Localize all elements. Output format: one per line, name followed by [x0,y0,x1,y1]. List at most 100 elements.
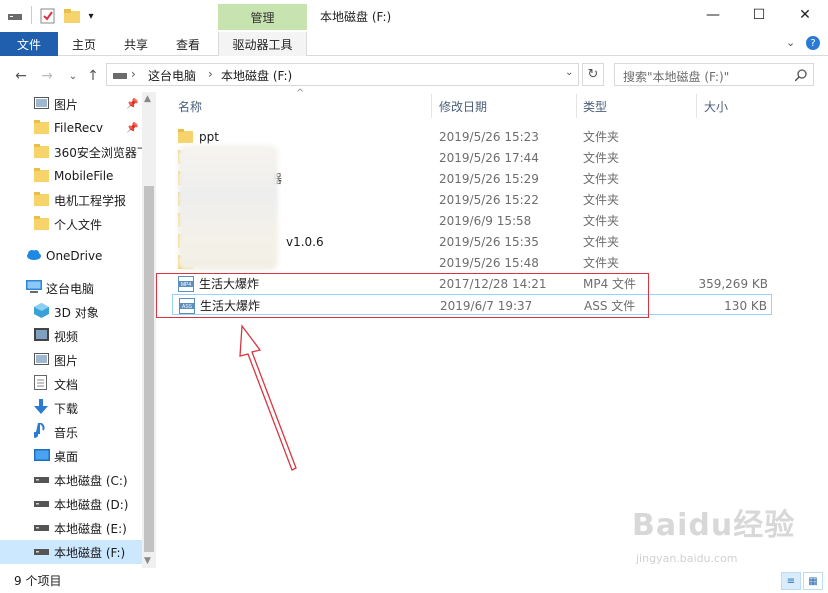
tab-share[interactable]: 共享 [114,32,158,56]
sidebar-item[interactable]: 图片 [0,348,142,372]
tab-home[interactable]: 主页 [62,32,106,56]
sidebar-item[interactable]: 图片 📌 [0,92,142,116]
tab-manage[interactable]: 管理 [218,4,307,30]
cube-icon [34,303,49,321]
nav-scrollbar-thumb[interactable] [144,186,154,552]
file-date: 2019/5/26 15:35 [439,234,539,249]
file-type: 文件夹 [583,214,620,228]
file-date: 2019/5/26 15:23 [439,129,539,144]
column-divider[interactable] [696,94,697,118]
maximize-button[interactable]: ☐ [736,0,782,30]
breadcrumb-this-pc[interactable]: 这台电脑 [148,67,196,84]
new-folder-icon[interactable] [64,8,80,24]
column-divider[interactable] [576,94,577,118]
pictures-icon [34,96,49,112]
refresh-button[interactable]: ↻ [582,63,604,86]
up-button[interactable]: ↑ [84,66,102,86]
tab-view[interactable]: 查看 [166,32,210,56]
sidebar-item[interactable]: MobileFile [0,164,142,188]
baidu-watermark: Baidu经验 [632,508,796,543]
annotation-arrow [239,324,297,471]
file-date: 2019/6/9 15:58 [439,213,532,228]
sidebar-item-label: MobileFile [54,169,114,183]
sidebar-item[interactable]: 文档 [0,372,142,396]
sidebar-item[interactable]: 本地磁盘 (E:) [0,516,142,540]
column-header-type[interactable]: 类型 [583,94,607,118]
breadcrumb-drive-f[interactable]: 本地磁盘 (F:) [221,67,292,84]
large-icons-view-button[interactable]: ▦ [803,572,823,590]
customize-toolbar-icon[interactable]: ▾ [86,8,96,24]
music-icon [32,422,46,441]
scroll-down-icon[interactable]: ▼ [144,556,151,566]
sidebar-item-label: 下载 [54,401,79,416]
file-row[interactable]: ppt 2019/5/26 15:23 文件夹 [172,126,772,147]
sidebar-item-label: FileRecv [54,121,103,135]
drive-icon[interactable] [8,8,22,24]
back-button[interactable]: ← [12,66,30,86]
sidebar-item-label: 本地磁盘 (F:) [54,545,126,560]
recent-locations-icon[interactable]: ⌄ [64,66,82,86]
ribbon-tabs: 文件 主页 共享 查看 驱动器工具 ⌄ ? [0,32,828,56]
minimize-button[interactable]: — [690,0,736,30]
forward-button[interactable]: → [38,66,56,86]
sidebar-item-label: 本地磁盘 (E:) [54,521,127,536]
address-dropdown-icon[interactable]: ⌄ [565,67,573,78]
file-date: 2019/5/26 15:22 [439,192,539,207]
download-icon [34,399,48,417]
sidebar-item[interactable]: 这台电脑 [0,276,142,300]
baidu-watermark-url: jingyan.baidu.com [636,552,738,565]
folder-icon [178,129,193,146]
tab-drive-tools[interactable]: 驱动器工具 [218,32,307,56]
details-view-button[interactable]: ≡ [781,572,801,590]
folder-icon [34,191,49,209]
scroll-up-icon[interactable]: ▲ [144,94,151,104]
file-type: 文件夹 [583,130,620,144]
search-input[interactable]: 搜索"本地磁盘 (F:)" [614,63,814,86]
sidebar-item[interactable]: 下载 [0,396,142,420]
search-icon[interactable] [795,69,807,81]
folder-icon [34,143,49,161]
sidebar-item[interactable]: 桌面 [0,444,142,468]
sidebar-item-label: 这台电脑 [46,281,95,296]
folder-icon [34,167,49,185]
sidebar-item-label: 本地磁盘 (D:) [54,497,129,512]
sidebar-item[interactable]: 3D 对象 [0,300,142,324]
status-bar: 9 个项目 [0,568,828,593]
file-date: 2019/5/26 17:44 [439,150,539,165]
drive-icon [113,73,127,79]
file-size: 130 KB [724,298,767,313]
sidebar-item[interactable]: 360安全浏览器下 [0,140,142,164]
help-icon[interactable]: ? [806,36,820,50]
pictures-icon [34,352,49,368]
sidebar-item[interactable]: 视频 [0,324,142,348]
folder-icon [34,119,49,137]
sidebar-item[interactable]: 本地磁盘 (F:) [0,540,142,564]
drive-icon [34,497,49,511]
close-button[interactable]: ✕ [782,0,828,30]
sidebar-item-label: 文档 [54,377,79,392]
column-divider[interactable] [431,94,432,118]
sidebar-item[interactable]: 音乐 [0,420,142,444]
address-bar[interactable]: › 这台电脑 › 本地磁盘 (F:) ⌄ [106,63,579,86]
column-header-size[interactable]: 大小 [704,94,728,118]
blurred-region [178,145,278,270]
file-date: 2019/5/26 15:29 [439,171,539,186]
tab-file[interactable]: 文件 [0,32,58,56]
computer-icon [26,279,42,297]
column-header-date[interactable]: 修改日期 [439,94,487,118]
sidebar-item[interactable]: 电机工程学报 [0,188,142,212]
file-type: 文件夹 [583,235,620,249]
sidebar-item[interactable]: FileRecv 📌 [0,116,142,140]
annotation-box [156,273,649,318]
column-header-name[interactable]: 名称 [178,94,202,118]
sidebar-item[interactable]: OneDrive [0,244,142,268]
sidebar-item-label: 个人文件 [54,217,103,232]
collapse-ribbon-icon[interactable]: ⌄ [786,36,795,49]
sidebar-item[interactable]: 个人文件 [0,212,142,236]
sidebar-item[interactable]: 本地磁盘 (D:) [0,492,142,516]
sidebar-item-label: 图片 [54,97,79,112]
sidebar-item[interactable]: 本地磁盘 (C:) [0,468,142,492]
document-icon [34,375,47,393]
sidebar-item-label: 本地磁盘 (C:) [54,473,128,488]
properties-icon[interactable] [40,8,56,24]
